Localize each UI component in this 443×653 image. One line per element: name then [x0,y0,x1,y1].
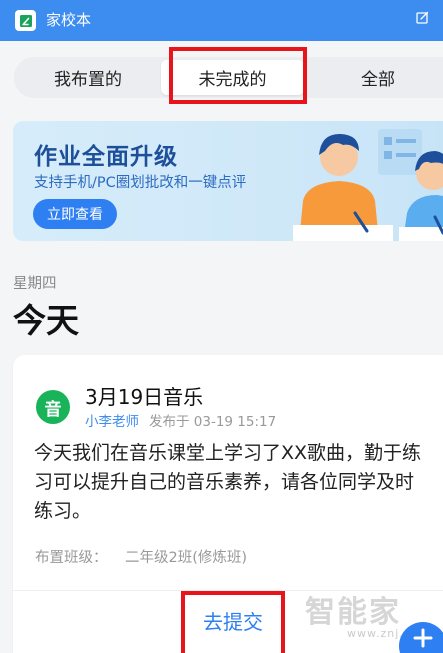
tab-incomplete[interactable]: 未完成的 [161,60,304,95]
plus-icon [413,628,433,652]
students-illustration [293,129,443,241]
assignment-body: 今天我们在音乐课堂上学习了XX歌曲，勤于练习可以提升自己的音乐素养，请各位同学及… [34,442,422,522]
app-title: 家校本 [46,11,92,29]
submit-button[interactable]: 去提交 [189,600,277,640]
class-label: 布置班级： [35,550,108,566]
teacher-name[interactable]: 小李老师 [85,410,139,430]
class-value: 二年级2班(修炼班) [125,550,248,566]
notebook-icon [15,10,36,31]
posted-time: 发布于 03-19 15:17 [149,414,277,430]
assignment-card[interactable]: 音 3月19日音乐 小李老师 发布于 03-19 15:17 今天我们在音乐课堂… [13,355,443,653]
assignment-title: 3月19日音乐 [85,385,204,409]
title-bar: 家校本 [0,0,443,41]
subject-avatar: 音 [36,390,70,424]
tab-bar: 我布置的 未完成的 全部 [14,57,443,98]
weekday-label: 星期四 [13,276,57,292]
edit-icon[interactable] [414,9,430,25]
banner-subtitle: 支持手机/PC圈划批改和一键点评 [34,175,247,191]
tab-assigned-by-me[interactable]: 我布置的 [14,57,162,98]
day-title: 今天 [13,301,79,340]
card-divider [13,590,443,591]
view-now-button[interactable]: 立即查看 [33,199,117,229]
promo-banner[interactable]: 作业全面升级 支持手机/PC圈划批改和一键点评 立即查看 [13,121,443,241]
banner-title: 作业全面升级 [34,144,178,170]
tab-all[interactable]: 全部 [304,57,443,98]
